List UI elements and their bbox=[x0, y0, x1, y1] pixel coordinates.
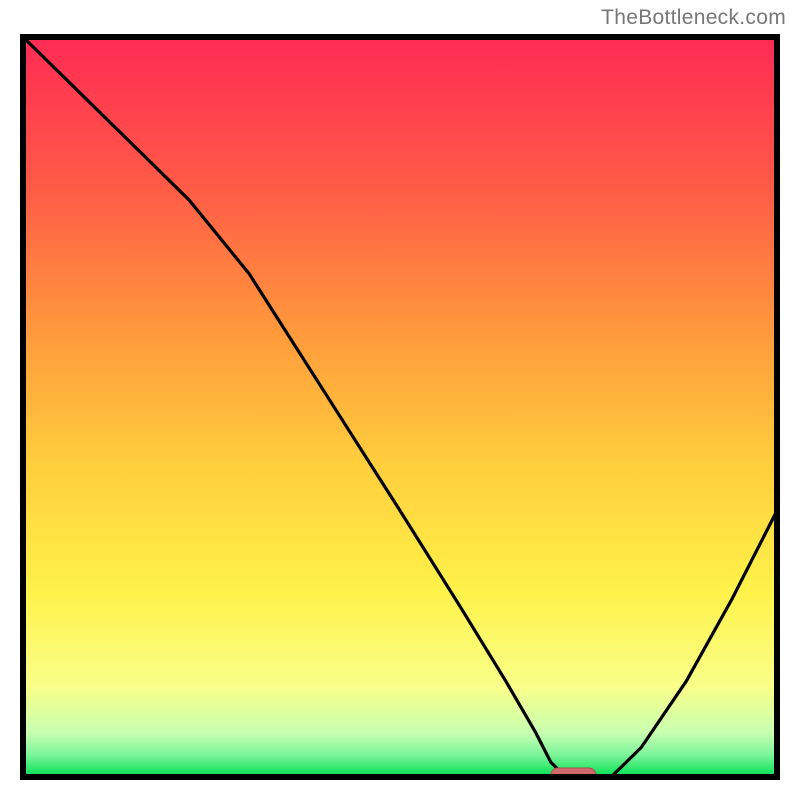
chart-svg bbox=[20, 34, 780, 780]
chart-container: TheBottleneck.com bbox=[0, 0, 800, 800]
watermark-text: TheBottleneck.com bbox=[601, 6, 786, 30]
plot-area bbox=[20, 34, 780, 780]
